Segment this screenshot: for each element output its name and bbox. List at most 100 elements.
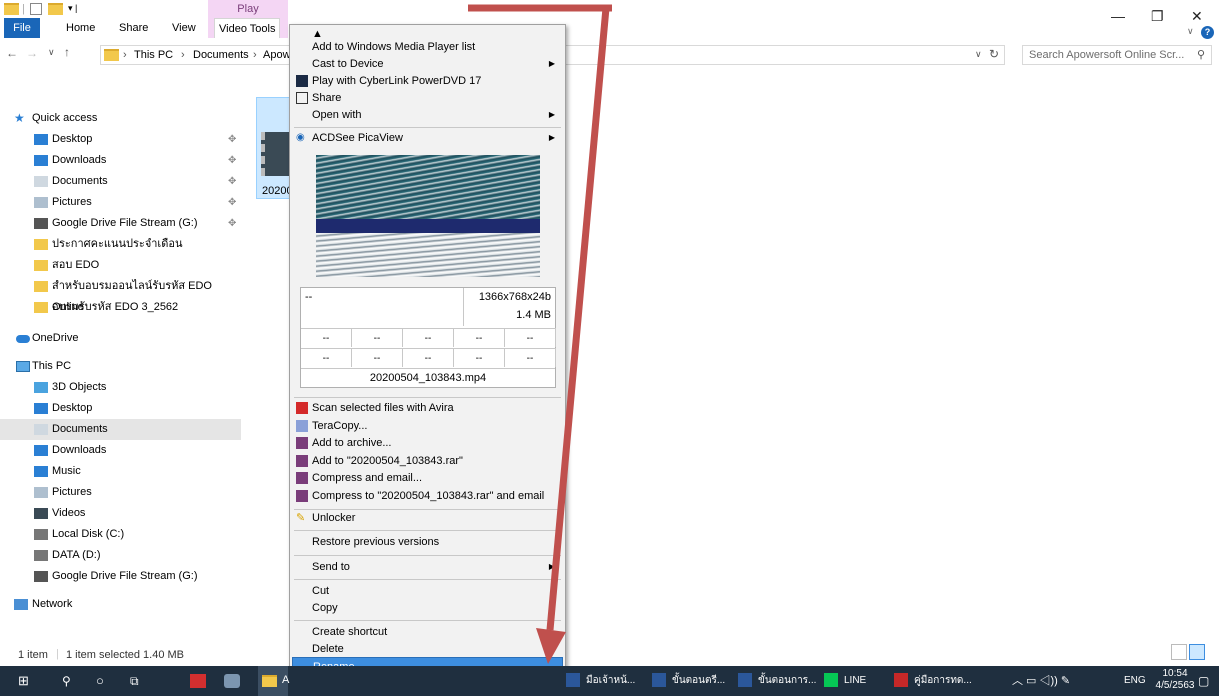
menu-unlocker[interactable]: ✎ Unlocker xyxy=(292,509,563,527)
notification-icon[interactable]: ▢ xyxy=(1198,666,1209,696)
tray-icons[interactable]: ︿ ▭ ◁)) ✎ xyxy=(1012,666,1070,696)
nav-quick-item[interactable]: Desktop ✥ xyxy=(0,129,241,150)
help-icon[interactable]: ? xyxy=(1201,26,1214,39)
task-view-icon[interactable]: ⧉ xyxy=(130,666,139,696)
nav-pc-item[interactable]: Pictures xyxy=(0,482,241,503)
search-icon[interactable]: ⚲ xyxy=(62,666,71,696)
taskbar-app[interactable]: ขั้นตอนตรี... xyxy=(652,666,725,696)
menu-create-shortcut[interactable]: Create shortcut xyxy=(292,623,563,641)
menu-acdsee-picaview[interactable]: ◉ ACDSee PicaView ▶ xyxy=(292,129,563,147)
nav-pc-item[interactable]: Downloads xyxy=(0,440,241,461)
maximize-button[interactable]: ❐ xyxy=(1151,8,1164,25)
cortana-icon[interactable]: ○ xyxy=(96,666,104,696)
nav-pc-item[interactable]: Videos xyxy=(0,503,241,524)
menu-item[interactable]: Cast to Device ▶ xyxy=(292,55,563,73)
up-arrow-icon[interactable]: ↑ xyxy=(64,45,70,59)
recent-dropdown-icon[interactable]: ∨ xyxy=(48,47,55,58)
menu-separator xyxy=(294,397,561,398)
breadcrumb-this-pc[interactable]: This PC xyxy=(134,49,173,61)
pin-icon[interactable]: ✥ xyxy=(228,171,236,192)
menu-item[interactable]: Add to Windows Media Player list xyxy=(292,38,563,56)
menu-item[interactable]: Add to "20200504_103843.rar" xyxy=(292,452,563,470)
tab-home[interactable]: Home xyxy=(66,18,95,38)
taskbar-app[interactable]: คู่มือการทด... xyxy=(894,666,972,696)
menu-delete[interactable]: Delete xyxy=(292,640,563,658)
nav-quick-item[interactable]: Downloads ✥ xyxy=(0,150,241,171)
camera-icon[interactable] xyxy=(224,674,240,688)
clock[interactable]: 10:54 4/5/2563 xyxy=(1155,668,1195,692)
nav-pc-item[interactable]: Google Drive File Stream (G:) xyxy=(0,566,241,587)
nav-label: Documents xyxy=(52,175,108,187)
breadcrumb-documents[interactable]: Documents xyxy=(193,49,249,61)
unlocker-icon: ✎ xyxy=(296,512,306,524)
tab-view[interactable]: View xyxy=(172,18,196,38)
nav-pc-item[interactable]: Music xyxy=(0,461,241,482)
start-icon[interactable]: ⊞ xyxy=(18,666,29,696)
menu-send-to[interactable]: Send to ▶ xyxy=(292,558,563,576)
pin-icon[interactable]: ✥ xyxy=(228,192,236,213)
nav-quick-item[interactable]: Google Drive File Stream (G:) ✥ xyxy=(0,213,241,234)
address-dropdown-icon[interactable]: ∨ xyxy=(975,49,982,60)
menu-item[interactable]: Add to archive... xyxy=(292,434,563,452)
nav-this-pc[interactable]: This PC xyxy=(0,356,241,377)
nav-network[interactable]: Network xyxy=(0,594,241,615)
ribbon-expand-icon[interactable]: ∨ xyxy=(1187,26,1194,37)
taskbar: ⊞ ⚲ ○ ⧉ A มือเจ้าหน้... ขั้นตอนตรี... ขั้น… xyxy=(0,666,1219,696)
nav-pc-item[interactable]: Desktop xyxy=(0,398,241,419)
search-icon[interactable]: ⚲ xyxy=(1197,48,1205,61)
folder-icon[interactable] xyxy=(4,3,19,15)
menu-item[interactable]: Open with ▶ xyxy=(292,106,563,124)
new-folder-icon[interactable] xyxy=(48,3,63,15)
nav-pc-item[interactable]: Documents xyxy=(0,419,241,440)
nav-quick-item[interactable]: Documents ✥ xyxy=(0,171,241,192)
breadcrumb-sep: › xyxy=(123,49,127,61)
forward-arrow-icon[interactable]: → xyxy=(26,46,38,60)
menu-item[interactable]: Scan selected files with Avira xyxy=(292,399,563,417)
large-icons-view-icon[interactable] xyxy=(1189,644,1205,660)
taskbar-app[interactable]: มือเจ้าหน้... xyxy=(566,666,635,696)
tab-video-tools[interactable]: Video Tools xyxy=(214,18,281,38)
pdf-icon xyxy=(894,673,908,688)
nav-pc-item[interactable]: DATA (D:) xyxy=(0,545,241,566)
nav-quick-access[interactable]: ★ Quick access xyxy=(0,108,241,129)
menu-item[interactable]: Compress and email... xyxy=(292,469,563,487)
search-input[interactable]: Search Apowersoft Online Scr... ⚲ xyxy=(1022,45,1212,65)
menu-copy[interactable]: Copy xyxy=(292,599,563,617)
back-arrow-icon[interactable]: ← xyxy=(6,46,18,60)
acdsee-icon: ◉ xyxy=(296,132,305,143)
tab-file[interactable]: File xyxy=(4,18,40,38)
pin-icon[interactable]: ✥ xyxy=(228,213,236,234)
menu-item[interactable]: Share xyxy=(292,89,563,107)
close-button[interactable]: ✕ xyxy=(1191,8,1203,25)
properties-icon[interactable] xyxy=(30,3,42,15)
nav-label: Google Drive File Stream (G:) xyxy=(52,570,198,582)
menu-item[interactable]: TeraCopy... xyxy=(292,417,563,435)
breadcrumb-folder[interactable]: Apow xyxy=(263,49,291,61)
nav-onedrive[interactable]: OneDrive xyxy=(0,328,241,349)
nav-quick-item[interactable]: อบรมรับรหัส EDO 3_2562 xyxy=(0,297,241,318)
refresh-icon[interactable]: ↻ xyxy=(989,47,999,61)
menu-item[interactable]: Play with CyberLink PowerDVD 17 xyxy=(292,72,563,90)
nav-quick-item[interactable]: สำหรับอบรมออนไลน์รับรหัส EDO Online xyxy=(0,276,241,313)
taskbar-explorer[interactable]: A xyxy=(258,666,289,696)
tab-share[interactable]: Share xyxy=(119,18,148,38)
minimize-button[interactable]: — xyxy=(1111,8,1125,24)
details-view-icon[interactable] xyxy=(1171,644,1187,660)
documents-icon xyxy=(34,424,48,435)
nav-quick-item[interactable]: ประกาศคะแนนประจำเดือน xyxy=(0,234,241,255)
menu-restore-previous-versions[interactable]: Restore previous versions xyxy=(292,533,563,551)
menu-item[interactable]: Compress to "20200504_103843.rar" and em… xyxy=(292,487,563,505)
qat-dropdown-icon[interactable]: ▾ | xyxy=(68,3,77,14)
nav-quick-item[interactable]: Pictures ✥ xyxy=(0,192,241,213)
pin-icon[interactable]: ✥ xyxy=(228,150,236,171)
nav-pc-item[interactable]: 3D Objects xyxy=(0,377,241,398)
taskbar-app[interactable]: LINE xyxy=(824,666,866,696)
language-indicator[interactable]: ENG xyxy=(1124,666,1146,696)
menu-cut[interactable]: Cut xyxy=(292,582,563,600)
pin-icon[interactable]: ✥ xyxy=(228,129,236,150)
nav-pc-item[interactable]: Local Disk (C:) xyxy=(0,524,241,545)
taskbar-app[interactable]: ขั้นตอนการ... xyxy=(738,666,816,696)
nav-quick-item[interactable]: สอบ EDO xyxy=(0,255,241,276)
powerdvd-icon xyxy=(296,75,308,87)
app-red-icon[interactable] xyxy=(190,674,206,688)
